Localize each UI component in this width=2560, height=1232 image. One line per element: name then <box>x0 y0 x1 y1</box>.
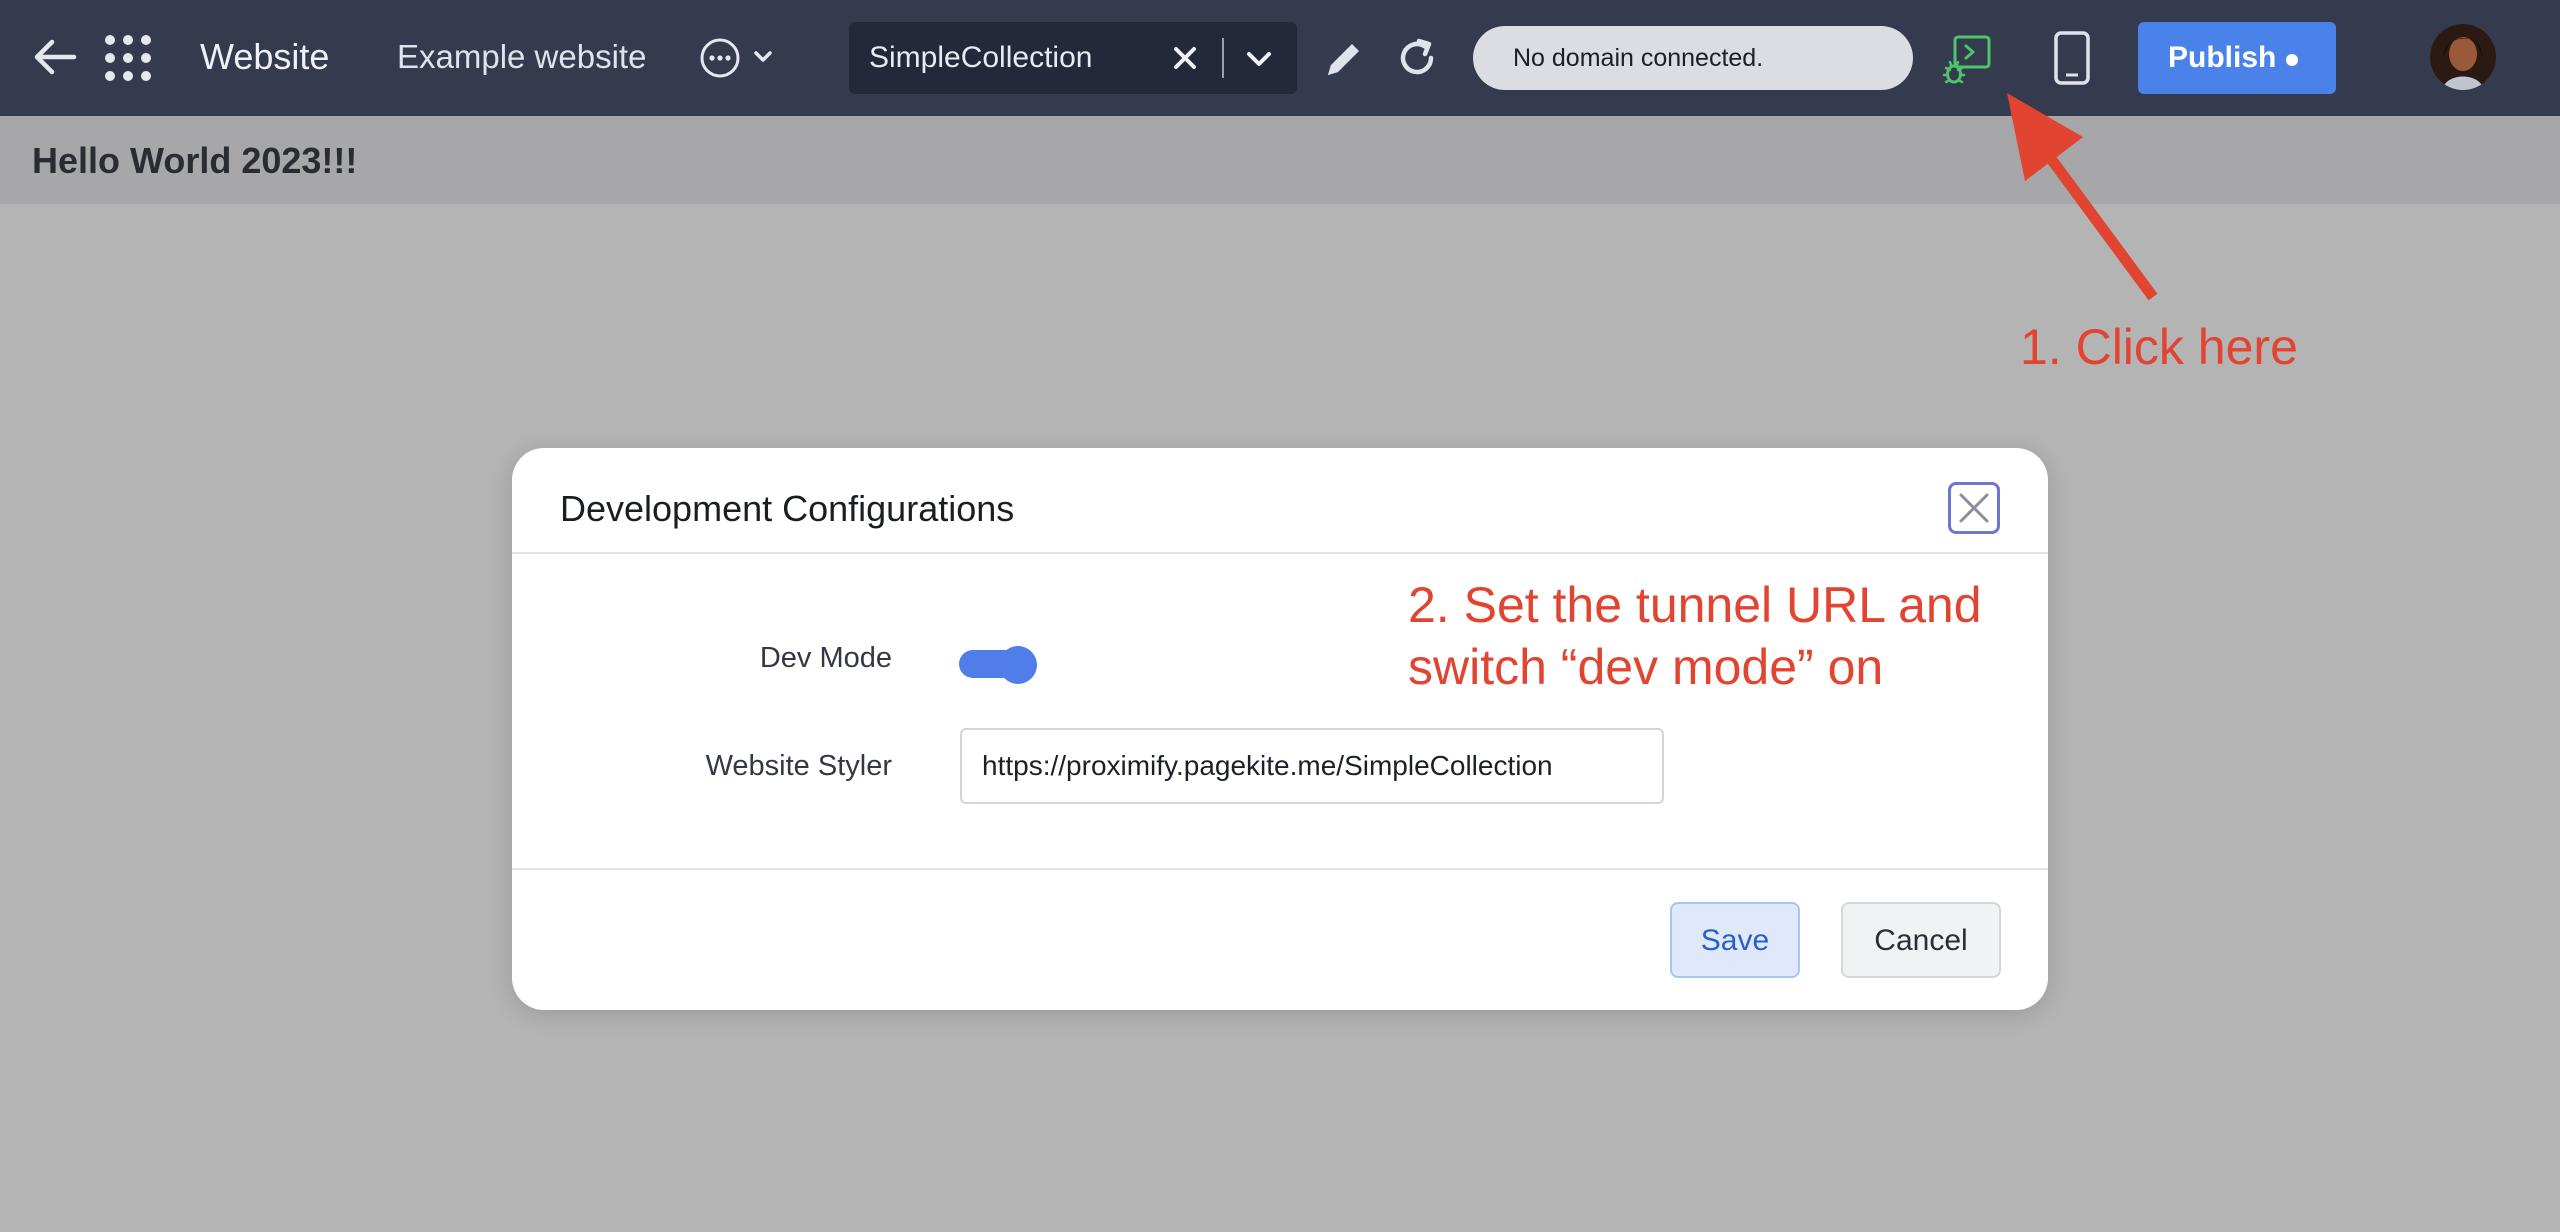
arrow-left-icon[interactable] <box>30 32 80 82</box>
collection-select-value: SimpleCollection <box>869 41 1093 74</box>
grid-dots-icon[interactable] <box>104 34 152 82</box>
cancel-label: Cancel <box>1874 924 1968 957</box>
collection-select[interactable]: SimpleCollection <box>849 22 1297 94</box>
chevron-down-icon[interactable] <box>1242 42 1276 76</box>
page-header-strip: Hello World 2023!!! <box>0 116 2560 204</box>
annotation-step-2-line-1: 2. Set the tunnel URL and <box>1408 577 1982 633</box>
top-navigation-bar: Website Example website SimpleCollection… <box>0 0 2560 116</box>
close-button[interactable] <box>1948 482 2000 534</box>
dev-config-dialog: Development Configurations 2. Set the tu… <box>512 448 2048 1010</box>
ellipsis-circle-icon[interactable] <box>698 33 780 83</box>
user-avatar-icon <box>2430 24 2496 90</box>
annotation-step-2-line-2: switch “dev mode” on <box>1408 639 1884 695</box>
pencil-icon[interactable] <box>1322 37 1366 81</box>
clear-selection-icon[interactable] <box>1169 42 1201 74</box>
dev-mode-label: Dev Mode <box>759 642 892 674</box>
cancel-button[interactable]: Cancel <box>1841 902 2001 978</box>
save-label: Save <box>1700 924 1770 957</box>
refresh-icon[interactable] <box>1394 35 1440 81</box>
save-button[interactable]: Save <box>1670 902 1800 978</box>
annotation-arrow <box>2007 93 2158 301</box>
page-heading: Hello World 2023!!! <box>32 140 358 181</box>
annotation-step-2: 2. Set the tunnel URL and switch “dev mo… <box>1408 574 1982 698</box>
mobile-device-icon[interactable] <box>2052 30 2092 86</box>
publish-button[interactable]: Publish <box>2138 22 2336 94</box>
dialog-header-divider <box>512 552 2048 554</box>
dev-mode-toggle[interactable] <box>959 646 1037 684</box>
toggle-knob <box>999 646 1037 684</box>
unpublished-changes-dot <box>2286 54 2298 66</box>
app-title: Website <box>200 36 330 77</box>
close-icon <box>1959 493 1989 523</box>
dialog-footer-divider <box>512 868 2048 870</box>
debug-console-icon[interactable] <box>1942 34 1994 86</box>
publish-label: Publish <box>2168 41 2277 74</box>
website-styler-label: Website Styler <box>705 750 892 782</box>
select-divider <box>1222 38 1224 78</box>
dialog-title: Development Configurations <box>560 488 1015 529</box>
site-name[interactable]: Example website <box>397 38 646 76</box>
avatar[interactable] <box>2430 24 2496 90</box>
annotation-step-1: 1. Click here <box>2020 319 2298 375</box>
domain-status-badge: No domain connected. <box>1473 26 1913 90</box>
domain-status-text: No domain connected. <box>1513 44 1764 72</box>
website-styler-url-input[interactable] <box>960 728 1664 804</box>
